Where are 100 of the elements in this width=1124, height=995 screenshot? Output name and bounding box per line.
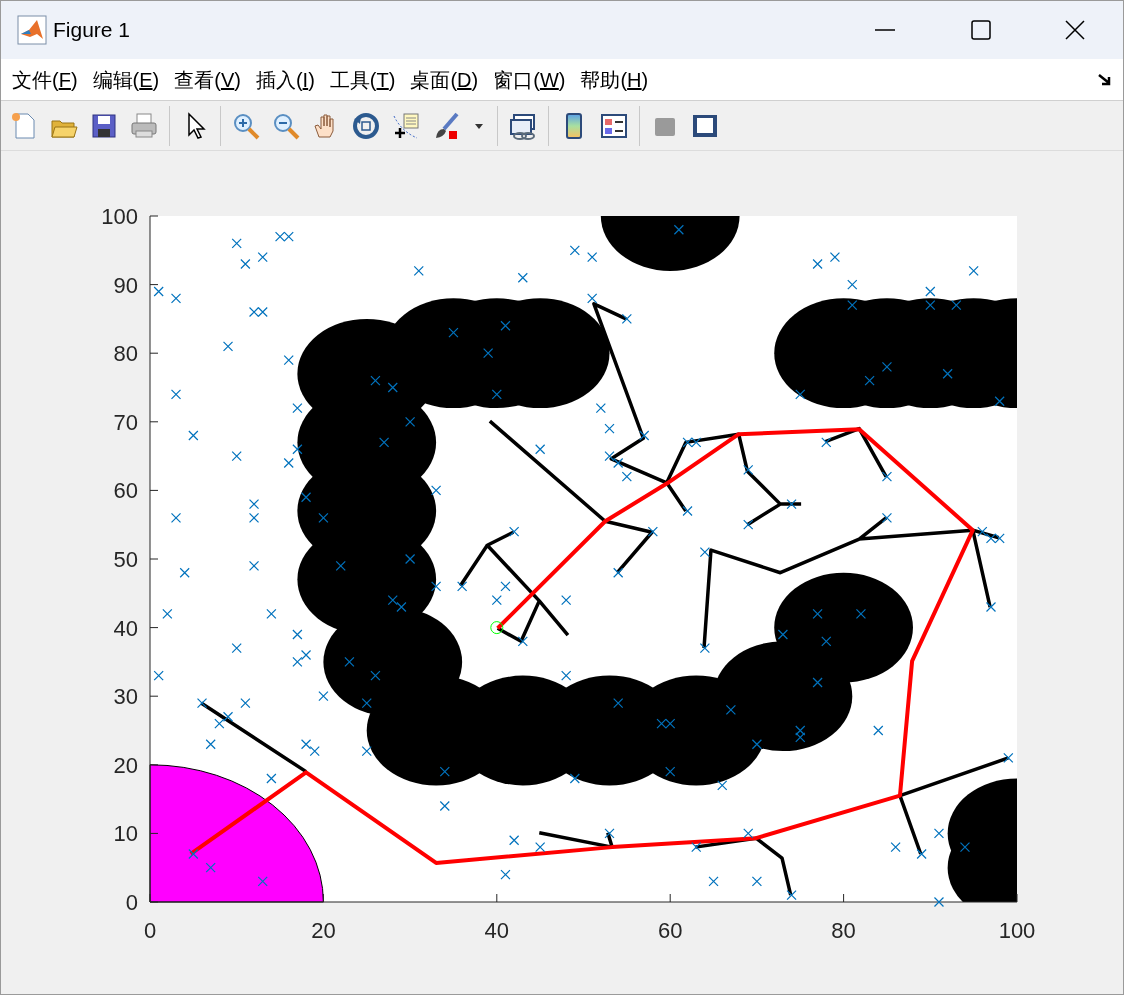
sample-marker — [994, 396, 1005, 407]
sample-marker — [300, 649, 312, 661]
sample-marker — [881, 512, 893, 523]
sample-marker — [257, 306, 268, 318]
sample-marker — [205, 862, 216, 873]
sample-marker — [587, 293, 598, 304]
y-tick-label: 60 — [113, 478, 138, 504]
sample-marker — [977, 526, 988, 537]
start-marker — [490, 621, 504, 635]
sample-marker — [379, 437, 390, 448]
sample-marker — [795, 732, 806, 743]
sample-marker — [292, 402, 303, 414]
sample-marker — [691, 842, 702, 853]
menu-item[interactable]: 桌面(D) — [409, 64, 480, 95]
sample-marker — [561, 595, 572, 606]
sample-marker — [786, 499, 797, 510]
window-title: Figure 1 — [53, 17, 131, 44]
sample-marker — [786, 890, 797, 901]
sample-marker — [205, 739, 216, 750]
sample-marker — [821, 437, 832, 448]
y-tick-label: 70 — [113, 409, 138, 435]
sample-marker — [673, 224, 684, 235]
sample-marker — [344, 656, 355, 667]
sample-marker — [491, 389, 502, 400]
sample-marker — [248, 306, 260, 318]
sample-marker — [639, 430, 650, 441]
sample-marker — [318, 512, 329, 523]
x-tick-label: 60 — [657, 918, 683, 943]
y-tick-label: 0 — [125, 890, 138, 915]
sample-marker — [231, 643, 242, 654]
sample-marker — [431, 581, 442, 592]
sample-marker — [665, 766, 676, 777]
menu-item[interactable]: 查看(V) — [173, 64, 242, 95]
sample-marker — [881, 361, 893, 373]
y-tick-label: 100 — [101, 204, 138, 229]
sample-marker — [968, 265, 979, 276]
sample-marker — [517, 636, 528, 647]
sample-marker — [708, 876, 719, 887]
sample-marker — [682, 505, 693, 517]
sample-marker — [535, 444, 546, 455]
sample-marker — [951, 300, 962, 311]
menu-item[interactable]: 插入(I) — [254, 64, 316, 95]
printer-icon[interactable] — [129, 110, 159, 141]
sample-marker — [179, 567, 190, 578]
close-icon[interactable] — [1065, 20, 1085, 40]
sample-marker — [855, 608, 867, 619]
data-cursor-icon[interactable] — [391, 110, 421, 141]
sample-marker — [292, 629, 303, 640]
menu-item[interactable]: 文件(F) — [11, 64, 79, 95]
sample-marker — [595, 402, 606, 414]
sample-marker — [222, 711, 234, 722]
sample-marker — [257, 252, 268, 263]
sample-marker — [170, 293, 182, 304]
sample-marker — [188, 430, 199, 441]
sample-marker — [413, 265, 424, 276]
sample-marker — [613, 567, 624, 578]
sample-marker — [240, 697, 251, 709]
x-tick-label: 100 — [998, 918, 1036, 943]
sample-marker — [292, 656, 303, 667]
rotate-icon[interactable] — [351, 110, 381, 141]
sample-marker — [942, 368, 953, 379]
menu-item[interactable]: 编辑(E) — [91, 64, 161, 95]
sample-marker — [439, 766, 450, 777]
sample-marker — [300, 739, 312, 750]
sample-marker — [248, 512, 260, 523]
sample-marker — [925, 300, 936, 311]
menu-item[interactable]: 窗口(W) — [492, 64, 567, 95]
sample-marker — [491, 595, 502, 606]
y-tick-label: 50 — [113, 547, 138, 572]
sample-marker — [621, 313, 632, 324]
sample-marker — [257, 876, 268, 887]
sample-marker — [448, 327, 459, 338]
sample-marker — [509, 526, 520, 537]
sample-marker — [933, 896, 945, 908]
sample-marker — [656, 718, 667, 729]
sample-marker — [170, 389, 182, 400]
sample-marker — [500, 869, 511, 880]
sample-marker — [266, 608, 277, 619]
sample-marker — [881, 471, 893, 482]
sample-marker — [959, 842, 971, 853]
sample-marker — [153, 670, 164, 681]
maximize-icon[interactable] — [971, 20, 991, 40]
sample-marker — [231, 451, 242, 462]
sample-marker — [283, 354, 294, 366]
menu-item[interactable]: 工具(T) — [328, 64, 397, 95]
sample-marker — [170, 512, 182, 523]
y-tick-label: 40 — [113, 615, 138, 641]
x-tick-label: 20 — [311, 918, 336, 943]
app-icon — [17, 15, 47, 45]
sample-marker — [240, 258, 251, 270]
menu-item[interactable]: 帮助(H) — [579, 64, 650, 95]
sample-marker — [613, 697, 624, 709]
sample-marker — [396, 601, 407, 613]
sample-marker — [361, 697, 372, 709]
sample-marker — [812, 677, 823, 688]
x-tick-label: 0 — [143, 918, 157, 943]
sample-marker — [500, 581, 511, 592]
y-tick-label: 90 — [113, 272, 138, 298]
dock-arrow-icon[interactable] — [1097, 72, 1113, 87]
sample-marker — [535, 842, 546, 853]
